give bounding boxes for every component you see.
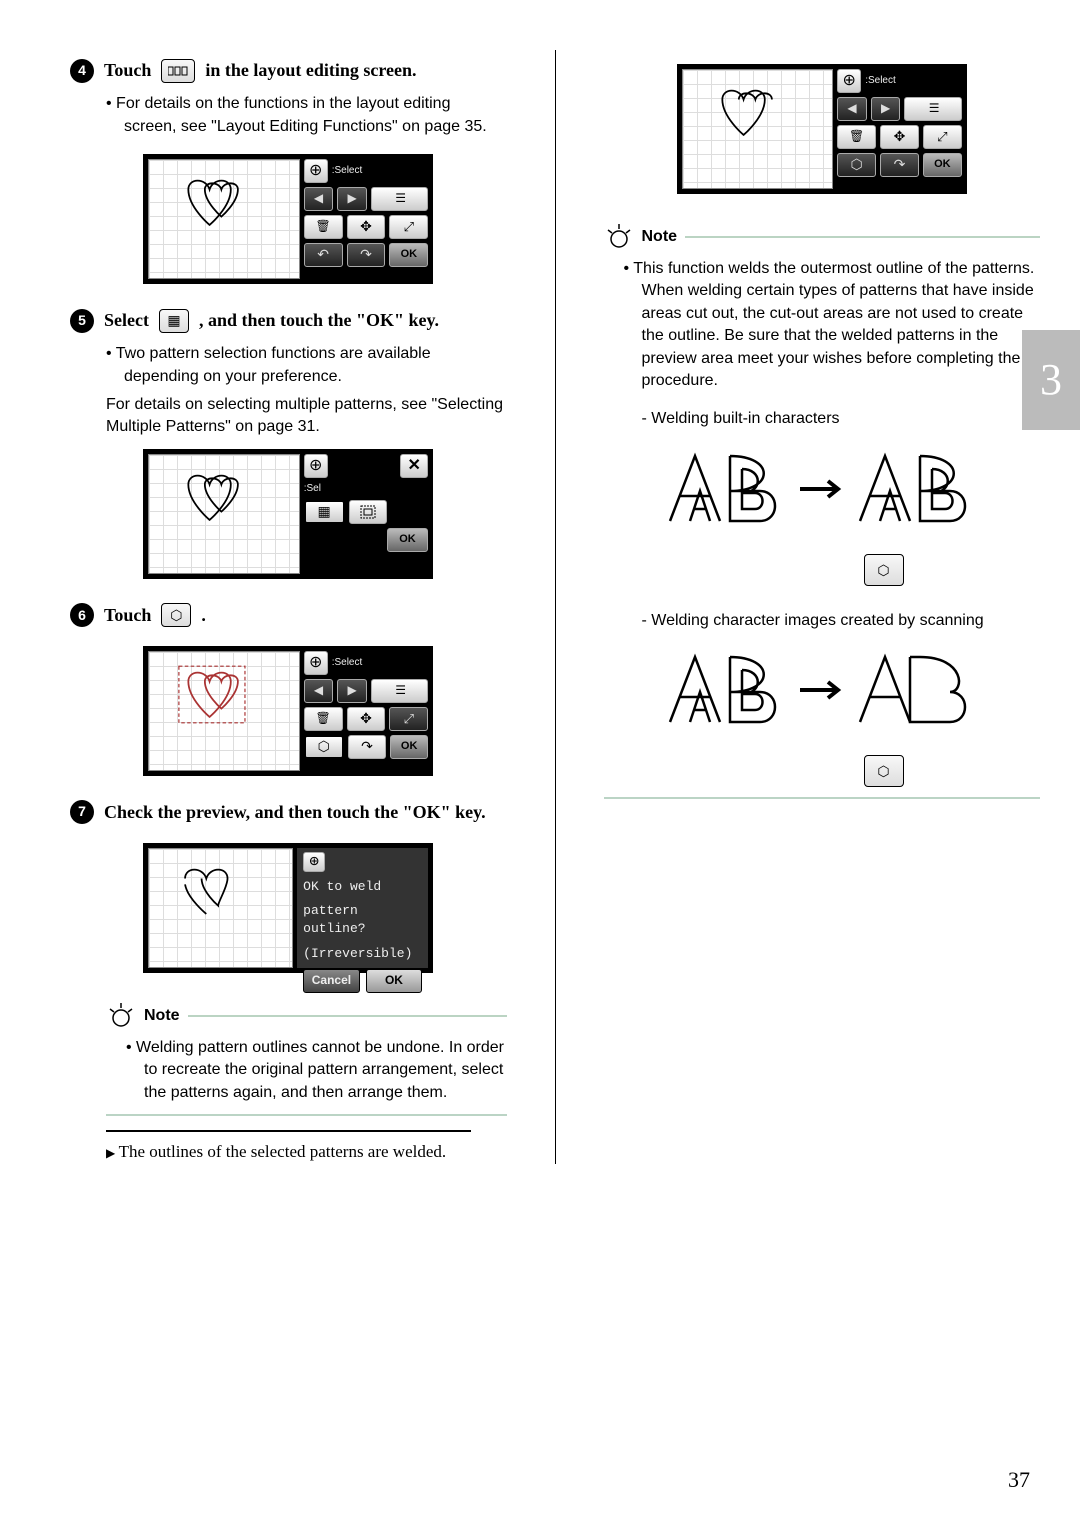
ok-button[interactable]: OK bbox=[923, 153, 962, 177]
mat-preview bbox=[148, 454, 299, 574]
dialog-line-3: (Irreversible) bbox=[303, 945, 422, 963]
illustration-scanned bbox=[660, 642, 980, 742]
step-5-prefix: Select bbox=[104, 308, 149, 333]
move-button[interactable] bbox=[880, 125, 919, 149]
select-label: :Select bbox=[332, 656, 363, 670]
weld-icon bbox=[161, 603, 191, 627]
resize-button[interactable] bbox=[923, 125, 962, 149]
ok-button[interactable]: OK bbox=[390, 735, 428, 759]
zoom-icon[interactable] bbox=[837, 69, 861, 93]
select-all-button[interactable] bbox=[349, 500, 388, 524]
result-text: The outlines of the selected patterns ar… bbox=[106, 1140, 507, 1164]
cancel-button[interactable]: Cancel bbox=[303, 969, 360, 993]
delete-button[interactable] bbox=[304, 215, 343, 239]
step-4-suffix: in the layout editing screen. bbox=[205, 58, 416, 83]
screen-multi-select: :Sel OK bbox=[143, 449, 433, 579]
select-all-icon bbox=[159, 309, 189, 333]
close-button[interactable] bbox=[400, 454, 428, 478]
mat-preview bbox=[148, 651, 299, 771]
step-number-4: 4 bbox=[70, 59, 94, 83]
undo-button[interactable] bbox=[304, 243, 343, 267]
group-button[interactable] bbox=[348, 735, 386, 759]
step-4-prefix: Touch bbox=[104, 58, 151, 83]
left-column: 4 Touch in the layout editing screen. Fo… bbox=[70, 50, 507, 1164]
step-4-heading: 4 Touch in the layout editing screen. bbox=[70, 58, 507, 83]
weld-button[interactable] bbox=[304, 735, 344, 759]
delete-button[interactable] bbox=[304, 707, 343, 731]
illustration-builtin bbox=[660, 441, 980, 541]
right-column: :Select bbox=[604, 50, 1041, 1164]
note-sub-2: Welding character images created by scan… bbox=[642, 610, 1041, 632]
ok-button[interactable]: OK bbox=[389, 243, 428, 267]
step-number-5: 5 bbox=[70, 309, 94, 333]
next-button[interactable] bbox=[337, 187, 367, 211]
note-left: Note Welding pattern outlines cannot be … bbox=[106, 1001, 507, 1116]
next-button[interactable] bbox=[337, 679, 367, 703]
tip-icon bbox=[604, 222, 634, 252]
select-label: :Select bbox=[865, 74, 896, 88]
move-button[interactable] bbox=[347, 707, 386, 731]
step-6-suffix: . bbox=[201, 603, 206, 628]
step-7-heading: 7 Check the preview, and then touch the … bbox=[70, 800, 507, 825]
ok-button[interactable]: OK bbox=[366, 969, 423, 993]
step-number-7: 7 bbox=[70, 800, 94, 824]
prev-button[interactable] bbox=[304, 679, 334, 703]
screen-layout-editing: :Select bbox=[143, 154, 433, 284]
prev-button[interactable] bbox=[304, 187, 334, 211]
sel-label: :Sel bbox=[304, 482, 429, 496]
prev-button[interactable] bbox=[837, 97, 867, 121]
tip-icon bbox=[106, 1001, 136, 1031]
zoom-icon[interactable] bbox=[304, 454, 328, 478]
next-button[interactable] bbox=[871, 97, 901, 121]
resize-button[interactable] bbox=[389, 215, 428, 239]
dialog-line-2: pattern outline? bbox=[303, 902, 422, 938]
zoom-icon[interactable] bbox=[304, 159, 328, 183]
mat-preview bbox=[682, 69, 833, 189]
divider bbox=[106, 1130, 471, 1132]
weld-icon bbox=[864, 554, 904, 586]
step-5-suffix: , and then touch the "OK" key. bbox=[199, 308, 439, 333]
redo-button[interactable] bbox=[347, 243, 386, 267]
page-number: 37 bbox=[1008, 1465, 1030, 1496]
step-5-detail-1: Two pattern selection functions are avai… bbox=[106, 343, 507, 388]
note-text: This function welds the outermost outlin… bbox=[624, 258, 1041, 392]
note-title: Note bbox=[642, 226, 678, 248]
step-4-detail: For details on the functions in the layo… bbox=[106, 93, 507, 138]
resize-button[interactable] bbox=[389, 707, 428, 731]
step-6-prefix: Touch bbox=[104, 603, 151, 628]
column-divider bbox=[555, 50, 556, 1164]
delete-button[interactable] bbox=[837, 125, 876, 149]
multi-select-button[interactable] bbox=[371, 187, 428, 211]
mat-preview bbox=[148, 848, 293, 968]
screen-weld-confirm: OK to weld pattern outline? (Irreversibl… bbox=[143, 843, 433, 973]
ok-button[interactable]: OK bbox=[387, 528, 429, 552]
zoom-icon[interactable] bbox=[303, 852, 325, 872]
step-5-heading: 5 Select , and then touch the "OK" key. bbox=[70, 308, 507, 333]
step-6-heading: 6 Touch . bbox=[70, 603, 507, 628]
multi-select-button[interactable] bbox=[371, 679, 428, 703]
note-title: Note bbox=[144, 1005, 180, 1027]
weld-icon bbox=[864, 755, 904, 787]
mat-preview bbox=[148, 159, 299, 279]
note-text: Welding pattern outlines cannot be undon… bbox=[126, 1037, 507, 1104]
group-button[interactable] bbox=[880, 153, 919, 177]
select-label: :Select bbox=[332, 164, 363, 178]
dialog-line-1: OK to weld bbox=[303, 878, 422, 896]
multi-select-button[interactable] bbox=[904, 97, 961, 121]
zoom-icon[interactable] bbox=[304, 651, 328, 675]
chapter-tab: 3 bbox=[1022, 330, 1080, 430]
step-5-detail-2: For details on selecting multiple patter… bbox=[106, 394, 507, 439]
note-right: Note This function welds the outermost o… bbox=[604, 222, 1041, 799]
multi-select-icon bbox=[161, 59, 195, 83]
note-sub-1: Welding built-in characters bbox=[642, 408, 1041, 430]
rect-select-button[interactable] bbox=[304, 500, 345, 524]
screen-weld-ready: :Select bbox=[143, 646, 433, 776]
step-number-6: 6 bbox=[70, 603, 94, 627]
step-7-text: Check the preview, and then touch the "O… bbox=[104, 800, 507, 825]
screen-weld-result: :Select bbox=[677, 64, 967, 194]
move-button[interactable] bbox=[347, 215, 386, 239]
weld-button[interactable] bbox=[837, 153, 876, 177]
